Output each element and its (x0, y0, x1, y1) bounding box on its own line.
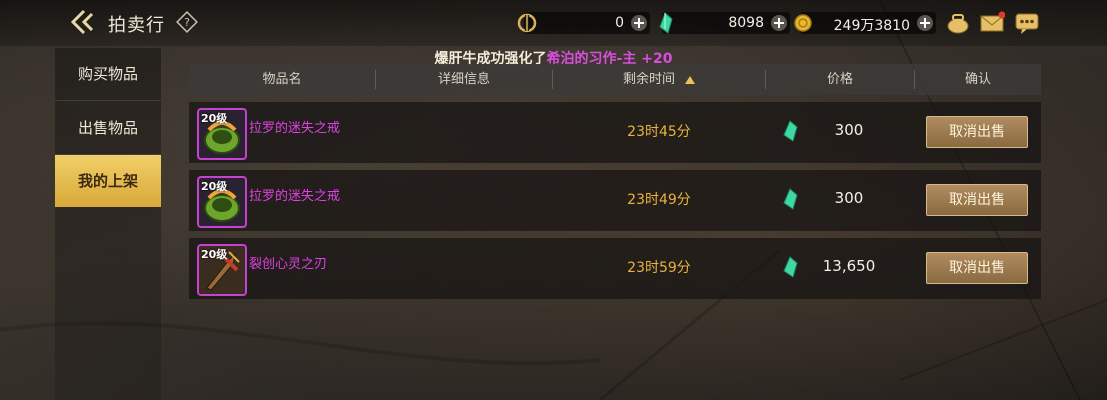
table-header: 物品名 详细信息 剩余时间 价格 确认 (189, 64, 1041, 95)
chat-icon[interactable] (1014, 11, 1040, 35)
item-name[interactable]: 裂创心灵之刃 (249, 253, 327, 272)
item-name[interactable]: 拉罗的迷失之戒 (249, 185, 340, 204)
column-header-time-sort[interactable]: 剩余时间 (553, 64, 765, 95)
sidebar-item-my-listings[interactable]: 我的上架 (55, 155, 161, 207)
table-row: 20级 拉罗的迷失之戒 23时49分 300 取消出售 (189, 170, 1041, 231)
cancel-sale-button[interactable]: 取消出售 (926, 184, 1028, 216)
back-arrow-icon (70, 9, 94, 35)
currency-coupon: 0 (517, 12, 650, 34)
item-slot[interactable]: 20级 (197, 108, 247, 160)
remaining-time: 23时49分 (627, 192, 691, 208)
add-gold-button[interactable] (916, 14, 934, 32)
svg-text:?: ? (184, 16, 190, 29)
item-name[interactable]: 拉罗的迷失之戒 (249, 117, 340, 136)
crystal-amount: 8098 (728, 15, 764, 31)
price-value: 300 (834, 189, 864, 207)
gold-amount: 249万3810 (833, 18, 910, 34)
green-crystal-icon (659, 12, 673, 34)
cancel-sale-button[interactable]: 取消出售 (926, 252, 1028, 284)
item-level: 20级 (201, 112, 228, 125)
sort-ascending-icon (685, 75, 695, 84)
coupon-amount: 0 (615, 15, 624, 31)
currency-gold: 249万3810 (794, 12, 936, 34)
remaining-time: 23时45分 (627, 124, 691, 140)
table-row: 20级 拉罗的迷失之戒 23时45分 300 取消出售 (189, 102, 1041, 163)
gold-coin-icon (794, 14, 812, 32)
sidebar-item-sell[interactable]: 出售物品 (55, 102, 161, 155)
coupon-coin-icon (517, 13, 537, 33)
help-icon: ? (176, 11, 198, 33)
green-crystal-icon (783, 120, 798, 142)
page-title: 拍卖行 (108, 15, 165, 36)
sidebar-item-buy[interactable]: 购买物品 (55, 48, 161, 101)
mail-icon[interactable] (979, 11, 1005, 35)
table-row: 20级 裂创心灵之刃 23时59分 13,650 取消出售 (189, 238, 1041, 299)
currency-crystal: 8098 (659, 12, 790, 34)
green-crystal-icon (783, 256, 798, 278)
price-value: 13,650 (822, 257, 876, 275)
add-crystal-button[interactable] (770, 14, 788, 32)
bag-icon[interactable] (945, 11, 971, 35)
column-header-time: 剩余时间 (622, 72, 675, 87)
item-slot[interactable]: 20级 (197, 176, 247, 228)
price-value: 300 (834, 121, 864, 139)
sidebar: 购买物品 出售物品 我的上架 (55, 48, 161, 400)
remaining-time: 23时59分 (627, 260, 691, 276)
item-level: 20级 (201, 180, 228, 193)
add-coupon-button[interactable] (630, 14, 648, 32)
cancel-sale-button[interactable]: 取消出售 (926, 116, 1028, 148)
green-crystal-icon (783, 188, 798, 210)
column-header-price: 价格 (826, 72, 853, 87)
item-level: 20级 (201, 248, 228, 261)
top-bar: 拍卖行 ? 0 8098 249万3810 (0, 0, 1107, 46)
column-header-details: 详细信息 (437, 72, 490, 87)
back-button[interactable] (68, 8, 100, 36)
help-button[interactable]: ? (176, 11, 198, 33)
column-header-confirm: 确认 (964, 72, 991, 87)
column-header-name: 物品名 (262, 72, 302, 87)
item-slot[interactable]: 20级 (197, 244, 247, 296)
